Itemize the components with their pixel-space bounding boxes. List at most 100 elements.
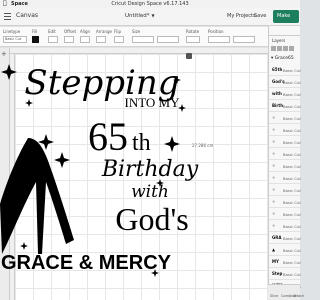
layer-thumbnail: 65th (272, 67, 283, 72)
ungroup-icon[interactable] (277, 46, 282, 51)
arrange-label: Arrange (96, 29, 112, 34)
operation-select[interactable]: Basic Cut (3, 36, 27, 43)
grace-mercy-text[interactable]: GRACE & MERCY (1, 252, 172, 274)
layer-name: Basic Cut (283, 212, 301, 217)
layer-row[interactable]: Step Basic Cut (269, 268, 301, 280)
layer-thumbnail: ✧ (272, 127, 276, 132)
layer-name: Basic Cut (283, 92, 301, 97)
edit-button[interactable] (48, 36, 58, 43)
age-suffix-text[interactable]: th (132, 130, 151, 156)
delete-icon[interactable] (289, 46, 294, 51)
layer-thumbnail: ▲ (272, 247, 276, 252)
slice-button[interactable]: Slice (270, 294, 278, 298)
make-button[interactable]: Make (273, 10, 299, 23)
layer-row[interactable]: with Basic Cut (269, 88, 301, 100)
layer-row[interactable]: ✧ Basic Cut (269, 172, 301, 184)
birthday-design[interactable]: Stepping INTO MY 65 th Birthday with God… (0, 54, 268, 300)
layer-thumbnail: ✧ (272, 223, 276, 228)
layer-row[interactable]: Birth Basic Cut (269, 100, 301, 112)
layer-thumbnail: ✧ (272, 139, 276, 144)
width-input[interactable] (132, 36, 154, 43)
layer-row[interactable]: ✧ Basic Cut (269, 148, 301, 160)
star-icon (1, 64, 17, 80)
layer-row[interactable]: ✧ Basic Cut (269, 196, 301, 208)
arrange-button[interactable] (96, 36, 106, 43)
age-number-text[interactable]: 65 (88, 114, 128, 159)
layer-name: Basic Cut (283, 164, 301, 169)
into-my-text[interactable]: INTO MY (124, 95, 180, 110)
group-icon[interactable] (271, 46, 276, 51)
layer-thumbnail: God's (272, 79, 285, 84)
save-button[interactable]: Save (254, 13, 266, 19)
layer-row[interactable]: ✧ Basic Cut (269, 124, 301, 136)
layer-list: 65th Basic Cut God's Basic Cut with Basic Cut… (269, 64, 301, 292)
layer-row[interactable]: ✧ Basic Cut (269, 160, 301, 172)
chevron-down-icon: ▼ (151, 13, 155, 18)
flip-label: Flip (114, 29, 122, 34)
layer-thumbnail: ✧ (272, 199, 276, 204)
layer-row[interactable]: MY Basic Cut (269, 256, 301, 268)
star-icon (164, 136, 180, 152)
edit-toolbar: Linetype Basic Cut Fill Edit Offset Alig… (0, 27, 280, 47)
layer-row[interactable]: ✧ Basic Cut (269, 112, 301, 124)
bottom-actions-bar: Slice Combine Attach (268, 284, 304, 300)
layer-row[interactable]: ✧ Basic Cut (269, 136, 301, 148)
layer-name: Basic Cut (283, 200, 301, 205)
fill-label: Fill (32, 29, 38, 34)
group-name[interactable]: ▾ Grace65 (271, 56, 294, 61)
star-icon (20, 242, 28, 250)
star-icon (54, 152, 70, 168)
project-name-text: Untitled* (125, 13, 150, 19)
layer-name: Basic Cut (283, 188, 301, 193)
layer-name: Basic Cut (283, 104, 301, 109)
layer-name: Basic Cut (283, 140, 301, 145)
align-label: Align (80, 29, 91, 34)
birthday-text[interactable]: Birthday (101, 157, 199, 182)
layer-name: Basic Cut (283, 248, 301, 253)
window-title: Cricut Design Space v6.17.143 (111, 1, 189, 7)
layer-name: Basic Cut (283, 236, 301, 241)
layer-name: Basic Cut (283, 128, 301, 133)
height-input[interactable] (157, 36, 179, 43)
layer-name: Basic Cut (283, 272, 301, 277)
layer-row[interactable]: ✧ Basic Cut (269, 208, 301, 220)
layer-thumbnail: Step (272, 271, 283, 276)
layer-thumbnail: ✧ (272, 115, 276, 120)
offset-label: Offset (64, 29, 77, 34)
layer-thumbnail: ✧ (272, 163, 276, 168)
layer-name: Basic Cut (283, 176, 301, 181)
rotate-input[interactable] (186, 36, 200, 43)
menu-icon[interactable] (4, 13, 11, 20)
layer-thumbnail: GRA (272, 235, 282, 240)
project-name[interactable]: Untitled* ▼ (125, 13, 155, 19)
layer-row[interactable]: 65th Basic Cut (269, 64, 301, 76)
y-position-input[interactable] (233, 36, 255, 43)
edit-label: Edit (48, 29, 56, 34)
app-header: Canvas Untitled* ▼ My Projects Save Make (0, 8, 300, 26)
layer-thumbnail: ✧ (272, 151, 276, 156)
attach-button[interactable]: Attach (293, 294, 304, 298)
header-canvas-label: Canvas (16, 12, 39, 19)
align-button[interactable] (80, 36, 90, 43)
layer-row[interactable]: ✧ Basic Cut (269, 184, 301, 196)
layer-row[interactable]: ▲ Basic Cut (269, 244, 301, 256)
mac-menubar:  Space Cricut Design Space v6.17.143 (0, 0, 300, 8)
layer-thumbnail: with (272, 91, 282, 96)
layer-name: Basic Cut (283, 80, 301, 85)
layer-thumbnail: ✧ (272, 187, 276, 192)
gods-text[interactable]: God's (115, 201, 188, 237)
duplicate-icon[interactable] (283, 46, 288, 51)
layer-name: Basic Cut (283, 260, 301, 265)
group-name-text: Grace65 (274, 56, 294, 61)
color-swatch[interactable] (32, 36, 39, 43)
with-text[interactable]: with (131, 182, 169, 202)
layer-row[interactable]: ✧ Basic Cut (269, 220, 301, 232)
flip-button[interactable] (114, 36, 124, 43)
x-position-input[interactable] (208, 36, 230, 43)
layer-row[interactable]: God's Basic Cut (269, 76, 301, 88)
my-projects-link[interactable]: My Projects (227, 13, 256, 19)
offset-button[interactable] (64, 36, 74, 43)
layer-name: Basic Cut (283, 224, 301, 229)
layer-name: Basic Cut (283, 152, 301, 157)
layer-row[interactable]: GRA Basic Cut (269, 232, 301, 244)
